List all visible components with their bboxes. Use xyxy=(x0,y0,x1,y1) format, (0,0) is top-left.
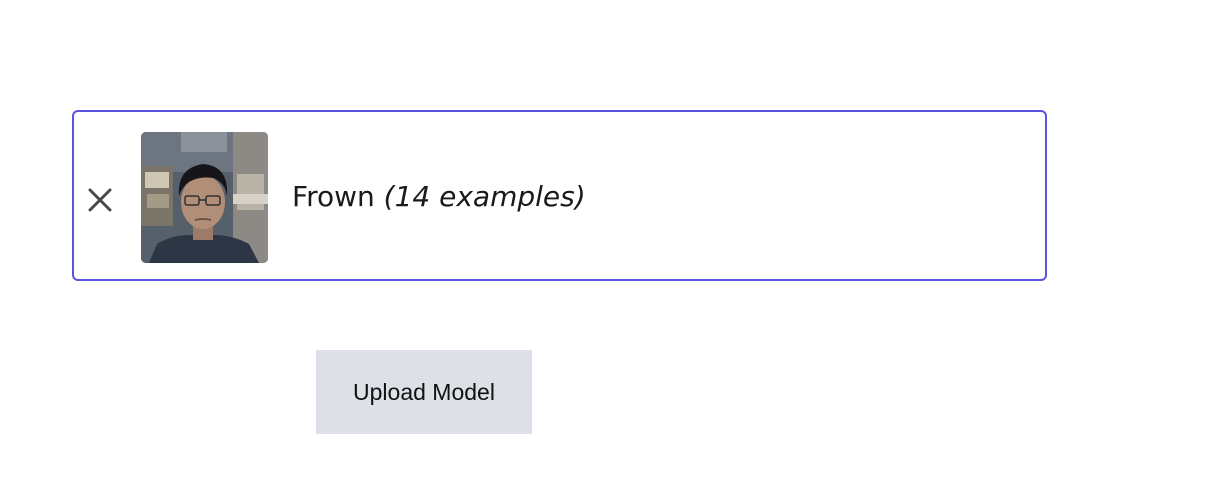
webcam-face-image xyxy=(141,132,268,263)
example-thumbnail xyxy=(141,132,268,263)
upload-model-button[interactable]: Upload Model xyxy=(316,350,532,434)
page: Frown (14 examples) Upload Model xyxy=(0,0,1208,478)
example-count: (14 examples) xyxy=(383,180,586,213)
class-card-frown: Frown (14 examples) xyxy=(72,110,1047,281)
class-name: Frown xyxy=(292,180,375,213)
close-icon xyxy=(88,188,112,212)
remove-class-button[interactable] xyxy=(84,184,116,216)
class-label: Frown (14 examples) xyxy=(292,180,586,213)
